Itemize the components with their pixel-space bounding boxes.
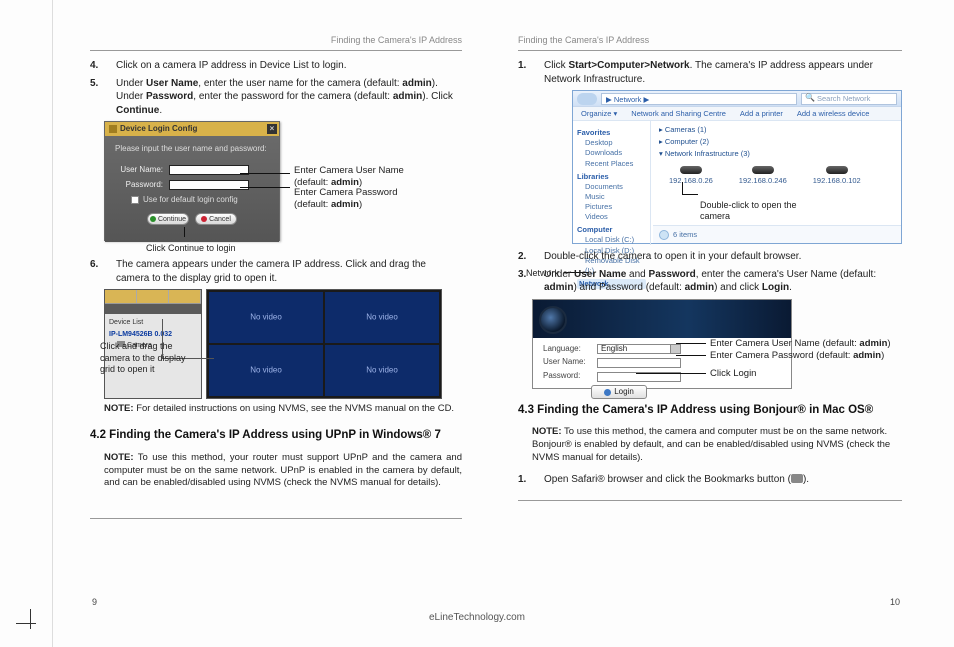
step-1-safari: 1. Open Safari® browser and click the Bo… xyxy=(532,473,902,487)
camera-item[interactable]: 192.168.0.246 xyxy=(739,166,787,186)
default-login-checkbox[interactable] xyxy=(131,196,139,204)
dialog-title: Device Login Config xyxy=(120,124,197,135)
x-icon xyxy=(201,216,207,222)
dialog-prompt: Please input the user name and password: xyxy=(115,144,269,155)
grid-cell[interactable]: No video xyxy=(325,292,439,343)
address-bar[interactable]: ▶ Network ▶ xyxy=(601,93,797,105)
password-field[interactable] xyxy=(169,180,249,190)
sidebar-videos[interactable]: Videos xyxy=(585,212,646,222)
footer-url: eLineTechnology.com xyxy=(0,612,954,623)
page-left: Finding the Camera's IP Address 4.Click … xyxy=(90,34,462,617)
cancel-button[interactable]: Cancel xyxy=(195,213,237,225)
web-login-annotations: Enter Camera User Name (default: admin) … xyxy=(518,335,902,391)
sidebar-favorites[interactable]: Favorites xyxy=(577,128,646,138)
camera-item[interactable]: 192.168.0.26 xyxy=(669,166,713,186)
organize-menu[interactable]: Organize ▾ xyxy=(581,109,617,119)
note-bonjour: NOTE: To use this method, the camera and… xyxy=(532,426,902,464)
steps-right-b: 2.Double-click the camera to open it in … xyxy=(532,250,902,295)
add-wireless-link[interactable]: Add a wireless device xyxy=(797,109,870,119)
nvms-display-grid[interactable]: No video No video No video No video xyxy=(206,289,442,399)
dialog-titlebar: Device Login Config × xyxy=(105,122,279,136)
group-cameras[interactable]: ▸ Cameras (1) xyxy=(659,125,893,135)
header-rule xyxy=(518,50,902,51)
sharing-centre-link[interactable]: Network and Sharing Centre xyxy=(631,109,726,119)
sidebar-libraries[interactable]: Libraries xyxy=(577,172,646,182)
page-right: Finding the Camera's IP Address 1. Click… xyxy=(518,34,902,617)
note-upnp: NOTE: To use this method, your router mu… xyxy=(104,452,462,490)
login-caption: Click Continue to login xyxy=(146,243,462,254)
figure-nvms-grid: Device List IP-LM94526B 0.032 Camera No … xyxy=(104,289,462,399)
page-number-left: 9 xyxy=(92,597,97,607)
steps-right-c: 1. Open Safari® browser and click the Bo… xyxy=(532,473,902,487)
password-label: Password: xyxy=(115,180,163,191)
figure-device-login-dialog: Device Login Config × Please input the u… xyxy=(104,121,280,241)
nvms-callout: Click and drag the camera to the display… xyxy=(100,341,196,375)
camera-lens-icon xyxy=(539,306,567,334)
close-icon[interactable]: × xyxy=(267,124,277,134)
group-infrastructure[interactable]: ▾ Network Infrastructure (3) xyxy=(659,149,893,159)
callout-web-username: Enter Camera User Name (default: admin) xyxy=(710,338,891,350)
explorer-status-bar: 6 items xyxy=(653,225,901,243)
camera-icon xyxy=(826,166,848,174)
bookmarks-icon xyxy=(791,474,803,483)
step-6-text: The camera appears under the camera IP a… xyxy=(116,259,426,284)
section-4-2-title: 4.2 Finding the Camera's IP Address usin… xyxy=(90,428,462,444)
steps-right-a: 1. Click Start>Computer>Network. The cam… xyxy=(532,59,902,86)
checkbox-label: Use for default login config xyxy=(143,195,238,206)
step-2-double-click: 2.Double-click the camera to open it in … xyxy=(532,250,902,264)
explorer-sidebar: Favorites Desktop Downloads Recent Place… xyxy=(573,121,651,245)
sidebar-documents[interactable]: Documents xyxy=(585,182,646,192)
steps-left-cont: 6.The camera appears under the camera IP… xyxy=(104,258,462,285)
sidebar-pictures[interactable]: Pictures xyxy=(585,202,646,212)
sidebar-desktop[interactable]: Desktop xyxy=(585,138,646,148)
group-computer[interactable]: ▸ Computer (2) xyxy=(659,137,893,147)
grid-cell[interactable]: No video xyxy=(209,345,323,396)
search-input[interactable]: 🔍Search Network xyxy=(801,93,897,105)
camera-item[interactable]: 192.168.0.102 xyxy=(813,166,861,186)
step-4-text: Click on a camera IP address in Device L… xyxy=(116,60,346,71)
note-nvms: NOTE: For detailed instructions on using… xyxy=(104,403,462,416)
callout-username: Enter Camera User Name (default: admin) xyxy=(294,165,444,189)
sidebar-recent[interactable]: Recent Places xyxy=(585,159,646,169)
back-forward-buttons[interactable] xyxy=(577,93,597,105)
running-head-right: Finding the Camera's IP Address xyxy=(518,34,902,46)
step-4: 4.Click on a camera IP address in Device… xyxy=(104,59,462,73)
grid-cell[interactable]: No video xyxy=(209,292,323,343)
info-icon xyxy=(659,230,669,240)
continue-button[interactable]: Continue xyxy=(147,213,189,225)
header-rule xyxy=(90,50,462,51)
username-field[interactable] xyxy=(169,165,249,175)
check-icon xyxy=(150,216,156,222)
grid-cell[interactable]: No video xyxy=(325,345,439,396)
callout-web-password: Enter Camera Password (default: admin) xyxy=(710,350,884,362)
sidebar-computer[interactable]: Computer xyxy=(577,225,646,235)
callout-click-login: Click Login xyxy=(710,368,756,380)
username-label: User Name: xyxy=(115,165,163,176)
crop-mark xyxy=(16,609,46,639)
sidebar-music[interactable]: Music xyxy=(585,192,646,202)
step-5: 5. Under User Name, enter the user name … xyxy=(104,77,462,118)
step-3-login: 3. Under User Name and Password, enter t… xyxy=(532,268,902,295)
sidebar-downloads[interactable]: Downloads xyxy=(585,148,646,158)
camera-icon xyxy=(680,166,702,174)
search-icon: 🔍 xyxy=(805,93,815,104)
add-printer-link[interactable]: Add a printer xyxy=(740,109,783,119)
sidebar-cdisk[interactable]: Local Disk (C:) xyxy=(585,235,646,245)
camera-icon xyxy=(752,166,774,174)
steps-left: 4.Click on a camera IP address in Device… xyxy=(104,59,462,117)
callout-double-click: Double-click to open the camera xyxy=(700,200,810,223)
step-1-network: 1. Click Start>Computer>Network. The cam… xyxy=(532,59,902,86)
camera-banner xyxy=(533,300,791,338)
step-6: 6.The camera appears under the camera IP… xyxy=(104,258,462,285)
running-head-left: Finding the Camera's IP Address xyxy=(90,34,462,46)
callout-password: Enter Camera Password (default: admin) xyxy=(294,187,444,211)
app-icon xyxy=(109,125,117,133)
page-number-right: 10 xyxy=(890,597,900,607)
